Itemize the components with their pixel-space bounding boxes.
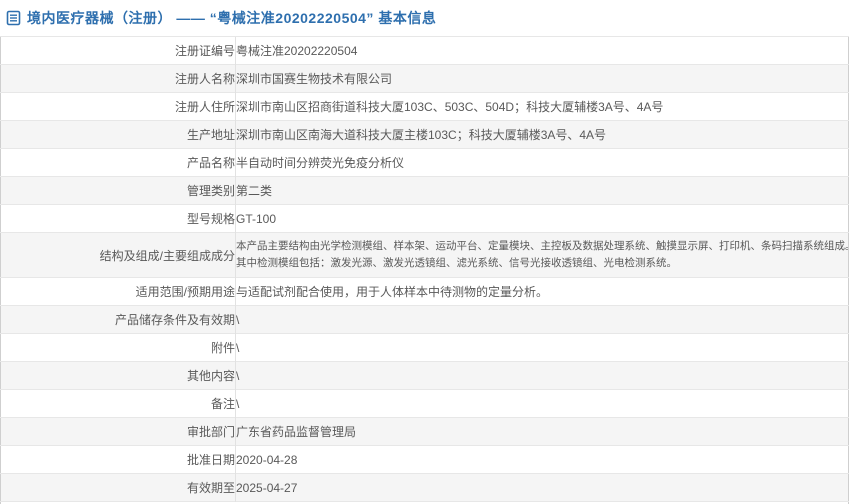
structure-line-1: 本产品主要结构由光学检测模组、样本架、运动平台、定量模块、主控板及数据处理系统、…: [236, 240, 848, 252]
table-row: 注册人住所 深圳市南山区招商街道科技大厦103C、503C、504D；科技大厦辅…: [0, 92, 849, 121]
field-value: 第二类: [235, 176, 849, 205]
field-value: 2020-04-28: [235, 445, 849, 474]
field-label: 管理类别: [0, 176, 236, 205]
table-row: 适用范围/预期用途 与适配试剂配合使用，用于人体样本中待测物的定量分析。: [0, 277, 849, 306]
table-row: 其他内容 \: [0, 361, 849, 390]
field-label: 注册证编号: [0, 36, 236, 65]
table-row: 批准日期 2020-04-28: [0, 445, 849, 474]
field-value: 本产品主要结构由光学检测模组、样本架、运动平台、定量模块、主控板及数据处理系统、…: [235, 232, 849, 278]
field-label: 注册人住所: [0, 92, 236, 121]
table-row: 产品名称 半自动时间分辨荧光免疫分析仪: [0, 148, 849, 177]
table-row: 注册人名称 深圳市国赛生物技术有限公司: [0, 64, 849, 93]
field-label: 备注: [0, 389, 236, 418]
field-value: \: [235, 389, 849, 418]
table-row-structure: 结构及组成/主要组成成分 本产品主要结构由光学检测模组、样本架、运动平台、定量模…: [0, 232, 849, 278]
table-row: 备注 \: [0, 389, 849, 418]
registration-info-table: 注册证编号 粤械注准20202220504 注册人名称 深圳市国赛生物技术有限公…: [0, 36, 849, 504]
field-label: 批准日期: [0, 445, 236, 474]
field-label: 其他内容: [0, 361, 236, 390]
field-value: \: [235, 305, 849, 334]
field-value: \: [235, 361, 849, 390]
table-row: 型号规格 GT-100: [0, 204, 849, 233]
field-value: GT-100: [235, 204, 849, 233]
field-value: 半自动时间分辨荧光免疫分析仪: [235, 148, 849, 177]
field-label: 有效期至: [0, 473, 236, 502]
field-value: 深圳市国赛生物技术有限公司: [235, 64, 849, 93]
field-label: 结构及组成/主要组成成分: [0, 232, 236, 278]
field-value: 深圳市南山区南海大道科技大厦主楼103C；科技大厦辅楼3A号、4A号: [235, 120, 849, 149]
field-value: 2025-04-27: [235, 473, 849, 502]
field-value: 与适配试剂配合使用，用于人体样本中待测物的定量分析。: [235, 277, 849, 306]
page-title: 境内医疗器械（注册） —— “粤械注准20202220504” 基本信息: [27, 10, 437, 26]
structure-line-2: 其中检测模组包括：激发光源、激发光透镜组、滤光系统、信号光接收透镜组、光电检测系…: [236, 257, 677, 269]
field-value: 深圳市南山区招商街道科技大厦103C、503C、504D；科技大厦辅楼3A号、4…: [235, 92, 849, 121]
field-label: 产品储存条件及有效期: [0, 305, 236, 334]
table-row: 生产地址 深圳市南山区南海大道科技大厦主楼103C；科技大厦辅楼3A号、4A号: [0, 120, 849, 149]
field-label: 适用范围/预期用途: [0, 277, 236, 306]
field-value: \: [235, 333, 849, 362]
field-label: 附件: [0, 333, 236, 362]
field-label: 产品名称: [0, 148, 236, 177]
field-label: 审批部门: [0, 417, 236, 446]
table-row: 附件 \: [0, 333, 849, 362]
table-row: 有效期至 2025-04-27: [0, 473, 849, 502]
field-label: 注册人名称: [0, 64, 236, 93]
field-label: 型号规格: [0, 204, 236, 233]
document-list-icon: [6, 10, 21, 26]
page-header: 境内医疗器械（注册） —— “粤械注准20202220504” 基本信息: [0, 0, 850, 36]
table-row: 管理类别 第二类: [0, 176, 849, 205]
table-row: 审批部门 广东省药品监督管理局: [0, 417, 849, 446]
table-row: 注册证编号 粤械注准20202220504: [0, 36, 849, 65]
field-value: 广东省药品监督管理局: [235, 417, 849, 446]
registration-info-page: 境内医疗器械（注册） —— “粤械注准20202220504” 基本信息 注册证…: [0, 0, 850, 504]
field-label: 生产地址: [0, 120, 236, 149]
field-value: 粤械注准20202220504: [235, 36, 849, 65]
table-row: 产品储存条件及有效期 \: [0, 305, 849, 334]
